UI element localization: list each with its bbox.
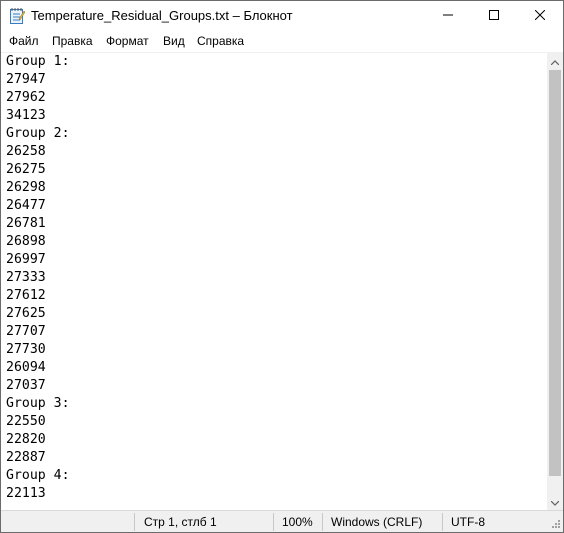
scroll-thumb[interactable]: [549, 70, 561, 476]
editor-content[interactable]: Group 1: 27947 27962 34123 Group 2: 2625…: [1, 53, 546, 503]
menu-view[interactable]: Вид: [163, 34, 185, 48]
editor-line: 22550: [6, 414, 46, 429]
notepad-icon: [9, 7, 26, 25]
editor-line: Group 3:: [6, 396, 70, 411]
close-button[interactable]: [517, 1, 563, 31]
status-bar: Стр 1, стлб 1 100% Windows (CRLF) UTF-8: [1, 510, 563, 532]
editor-line: Group 2:: [6, 126, 70, 141]
text-editor[interactable]: Group 1: 27947 27962 34123 Group 2: 2625…: [1, 53, 546, 510]
notepad-window: Temperature_Residual_Groups.txt – Блокно…: [0, 0, 564, 533]
menu-help[interactable]: Справка: [197, 34, 244, 48]
menu-edit[interactable]: Правка: [52, 34, 93, 48]
menu-bar: Файл Правка Формат Вид Справка: [1, 31, 563, 53]
scroll-up-arrow-icon: [550, 52, 560, 70]
vertical-scrollbar[interactable]: [547, 53, 563, 510]
status-divider: [322, 513, 323, 531]
editor-line: 27612: [6, 288, 46, 303]
editor-line: 27625: [6, 306, 46, 321]
status-divider: [273, 513, 274, 531]
status-divider: [134, 513, 135, 531]
editor-line: 26781: [6, 216, 46, 231]
line-endings: Windows (CRLF): [331, 515, 423, 529]
cursor-position: Стр 1, стлб 1: [144, 515, 217, 529]
title-bar[interactable]: Temperature_Residual_Groups.txt – Блокно…: [1, 1, 563, 31]
close-icon: [534, 7, 546, 25]
editor-line: 26275: [6, 162, 46, 177]
maximize-icon: [489, 7, 499, 25]
resize-grip-icon[interactable]: [547, 517, 561, 531]
editor-line: Group 4:: [6, 468, 70, 483]
editor-line: 22887: [6, 450, 46, 465]
editor-line: 26094: [6, 360, 46, 375]
editor-line: 27730: [6, 342, 46, 357]
menu-format[interactable]: Формат: [106, 34, 149, 48]
menu-file[interactable]: Файл: [9, 34, 39, 48]
scroll-up-button[interactable]: [547, 53, 563, 69]
zoom-level: 100%: [282, 515, 313, 529]
editor-line: 26258: [6, 144, 46, 159]
editor-line: 22113: [6, 486, 46, 501]
editor-line: 27333: [6, 270, 46, 285]
scroll-down-button[interactable]: [547, 494, 563, 510]
editor-line: 34123: [6, 108, 46, 123]
editor-line: 26898: [6, 234, 46, 249]
editor-line: 27037: [6, 378, 46, 393]
editor-line: 26298: [6, 180, 46, 195]
editor-line: 27962: [6, 90, 46, 105]
editor-line: Group 1:: [6, 54, 70, 69]
scroll-down-arrow-icon: [550, 493, 560, 511]
editor-line: 27707: [6, 324, 46, 339]
editor-line: 27947: [6, 72, 46, 87]
editor-line: 26477: [6, 198, 46, 213]
maximize-button[interactable]: [471, 1, 517, 31]
minimize-button[interactable]: [425, 1, 471, 31]
window-title: Temperature_Residual_Groups.txt – Блокно…: [31, 8, 293, 23]
editor-line: 22820: [6, 432, 46, 447]
editor-line: 26997: [6, 252, 46, 267]
status-divider: [442, 513, 443, 531]
encoding: UTF-8: [451, 515, 485, 529]
minimize-icon: [443, 7, 453, 25]
